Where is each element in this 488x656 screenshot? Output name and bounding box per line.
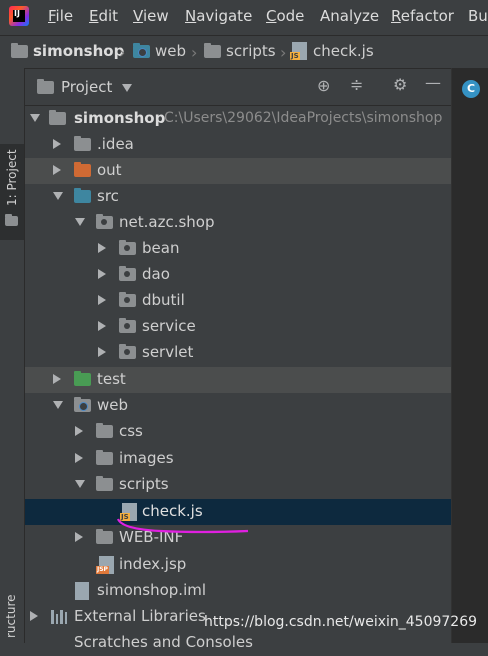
annotation-underline	[116, 518, 249, 534]
watermark-text: https://blog.csdn.net/weixin_45097269	[204, 614, 478, 630]
annotation-stroke	[116, 518, 249, 534]
